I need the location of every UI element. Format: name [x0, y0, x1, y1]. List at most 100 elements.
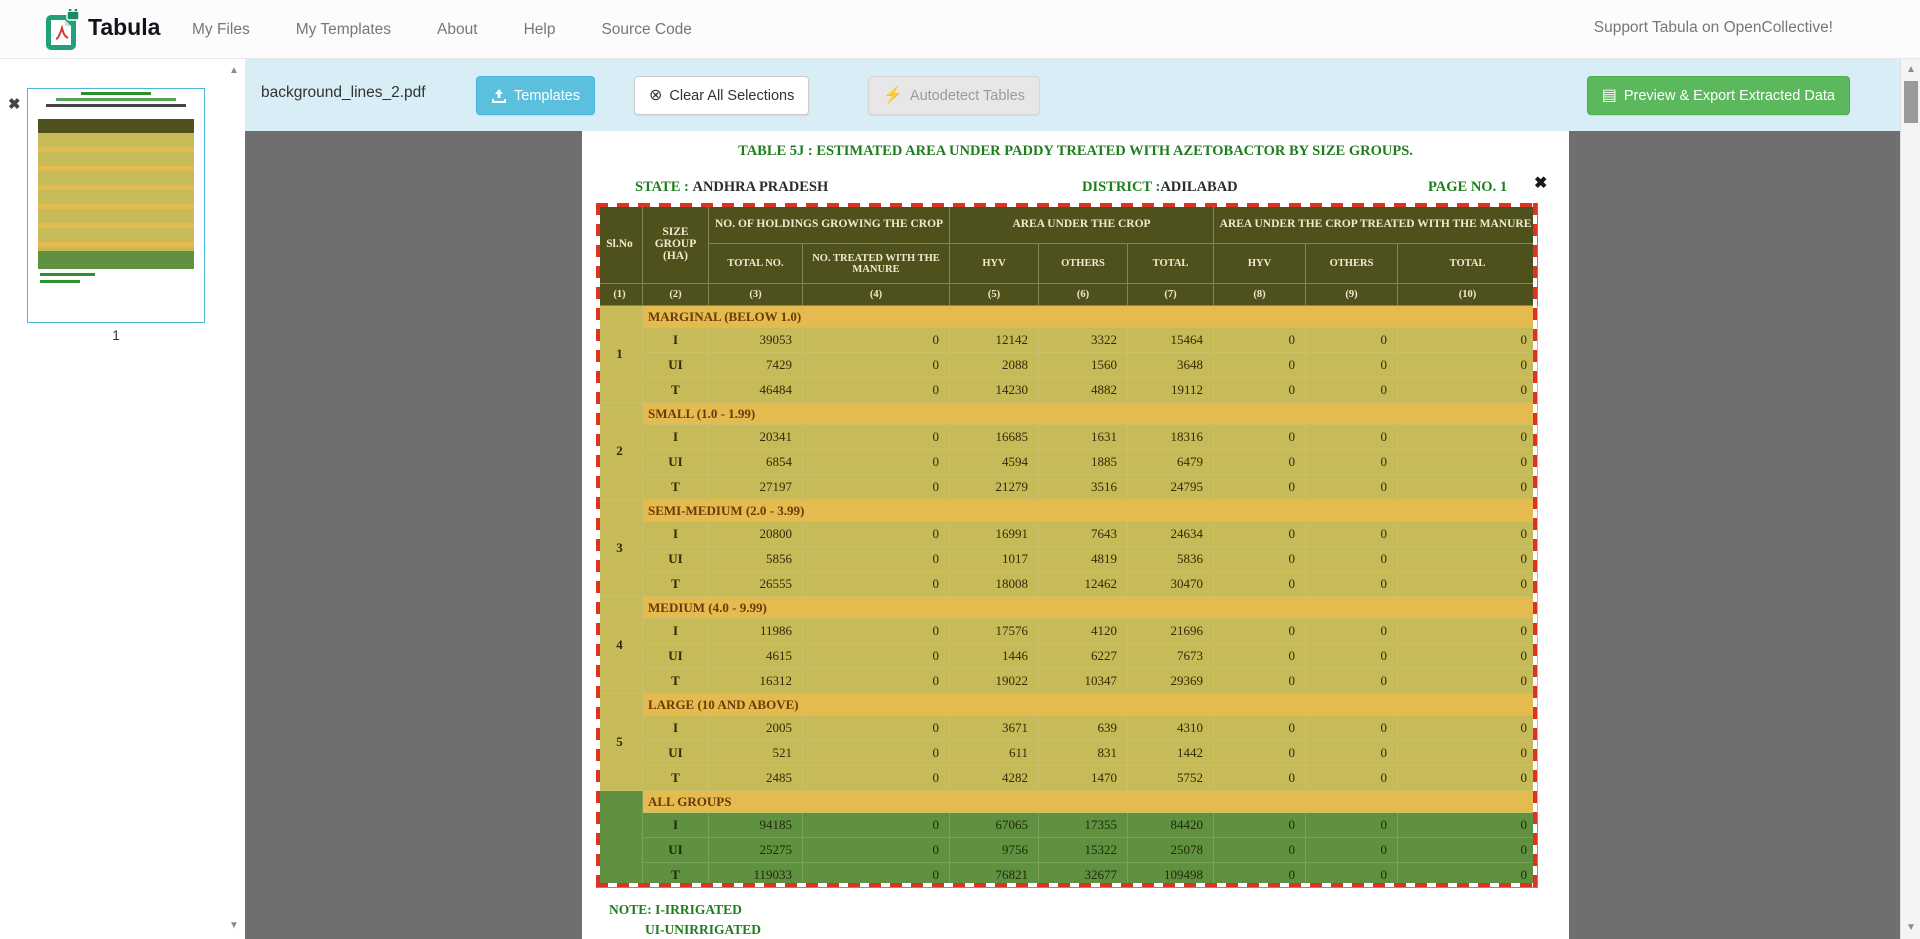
table-cell: 30470	[1128, 572, 1214, 597]
table-cell: 18008	[950, 572, 1039, 597]
table-cell: 0	[803, 813, 950, 838]
table-cell: 4615	[709, 644, 803, 669]
table-cell: 21279	[950, 475, 1039, 500]
table-cell: 11986	[709, 619, 803, 644]
table-cell: 0	[1398, 572, 1538, 597]
table-cell: 611	[950, 741, 1039, 766]
scroll-up-icon[interactable]: ▲	[1902, 64, 1920, 75]
col-number: (3)	[709, 284, 803, 306]
table-cell: 21696	[1128, 619, 1214, 644]
pdf-page[interactable]: TABLE 5J : ESTIMATED AREA UNDER PADDY TR…	[582, 131, 1569, 939]
table-cell: 0	[1398, 378, 1538, 403]
table-cell: 0	[1398, 353, 1538, 378]
table-cell: 84420	[1128, 813, 1214, 838]
col-number: (8)	[1214, 284, 1306, 306]
row-label-cell: I	[643, 619, 709, 644]
table-cell: 0	[803, 547, 950, 572]
table-row: UI46150144662277673000	[597, 644, 1538, 669]
table-cell: 0	[803, 669, 950, 694]
table-row: T11903307682132677109498000	[597, 863, 1538, 888]
table-cell: 2485	[709, 766, 803, 791]
remove-page-icon[interactable]: ✖	[8, 95, 21, 113]
delete-selection-icon[interactable]: ✖	[1534, 173, 1547, 193]
page-thumbnail[interactable]	[27, 88, 205, 323]
table-cell: 0	[1214, 547, 1306, 572]
group-band-label: SMALL (1.0 - 1.99)	[643, 403, 1538, 425]
group-band-row: 5LARGE (10 AND ABOVE)	[597, 694, 1538, 716]
table-cell: 0	[1306, 619, 1398, 644]
group-band-label: LARGE (10 AND ABOVE)	[643, 694, 1538, 716]
table-cell: 0	[1214, 378, 1306, 403]
table-cell: 0	[1306, 378, 1398, 403]
table-cell: 0	[1306, 766, 1398, 791]
table-cell: 0	[1398, 741, 1538, 766]
table-cell: 0	[1306, 425, 1398, 450]
autodetect-tables-button[interactable]: ⚡ Autodetect Tables	[868, 76, 1040, 115]
nav-my-files[interactable]: My Files	[192, 21, 250, 39]
brand-name[interactable]: Tabula	[88, 14, 160, 41]
page-thumbnail-sidebar: ✖ 1 ▲ ▼	[0, 59, 245, 939]
table-cell: 0	[1214, 425, 1306, 450]
preview-export-button[interactable]: ▤ Preview & Export Extracted Data	[1587, 76, 1850, 115]
table-cell: 0	[1306, 813, 1398, 838]
table-cell: 12462	[1039, 572, 1128, 597]
table-cell: 24795	[1128, 475, 1214, 500]
window-scrollbar[interactable]: ▲ ▼	[1900, 59, 1920, 939]
table-cell: 0	[1214, 328, 1306, 353]
table-cell: 4282	[950, 766, 1039, 791]
table-cell: 17576	[950, 619, 1039, 644]
table-cell: 7673	[1128, 644, 1214, 669]
table-cell: 5752	[1128, 766, 1214, 791]
table-cell: 1442	[1128, 741, 1214, 766]
table-cell: 3516	[1039, 475, 1128, 500]
sidebar-scrollbar[interactable]: ▲ ▼	[225, 59, 243, 939]
table-cell: 1446	[950, 644, 1039, 669]
scroll-down-icon[interactable]: ▼	[225, 920, 243, 931]
table-cell: 76821	[950, 863, 1039, 888]
clear-all-selections-button[interactable]: ⊗ Clear All Selections	[634, 76, 809, 115]
scroll-up-icon[interactable]: ▲	[225, 65, 243, 76]
nav-my-templates[interactable]: My Templates	[296, 21, 391, 39]
table-cell: 0	[1306, 475, 1398, 500]
table-cell: 27197	[709, 475, 803, 500]
thumb-subtitle-line	[56, 98, 176, 101]
group-slno-cell	[597, 791, 643, 888]
scroll-down-icon[interactable]: ▼	[1902, 922, 1920, 933]
table-cell: 0	[803, 425, 950, 450]
table-cell: 0	[1214, 766, 1306, 791]
row-label-cell: T	[643, 669, 709, 694]
table-row: T24850428214705752000	[597, 766, 1538, 791]
table-cell: 94185	[709, 813, 803, 838]
row-label-cell: I	[643, 522, 709, 547]
support-link[interactable]: Support Tabula on OpenCollective!	[1594, 19, 1833, 37]
table-cell: 6227	[1039, 644, 1128, 669]
table-cell: 0	[1398, 425, 1538, 450]
table-cell: 12142	[950, 328, 1039, 353]
group-slno-cell: 2	[597, 403, 643, 500]
table-row: I11986017576412021696000	[597, 619, 1538, 644]
nav-about[interactable]: About	[437, 21, 478, 39]
group-band-label: SEMI-MEDIUM (2.0 - 3.99)	[643, 500, 1538, 522]
state-value: ANDHRA PRADESH	[692, 179, 828, 195]
group-band-row: 1MARGINAL (BELOW 1.0)	[597, 306, 1538, 328]
table-cell: 19112	[1128, 378, 1214, 403]
table-cell: 32677	[1039, 863, 1128, 888]
table-cell: 20800	[709, 522, 803, 547]
table-cell: 4310	[1128, 716, 1214, 741]
templates-icon	[491, 88, 507, 104]
nav-help[interactable]: Help	[524, 21, 556, 39]
row-label-cell: UI	[643, 838, 709, 863]
table-cell: 1017	[950, 547, 1039, 572]
table-cell: 4120	[1039, 619, 1128, 644]
row-label-cell: UI	[643, 353, 709, 378]
page-number-line: PAGE NO. 1	[1428, 179, 1507, 196]
pdf-viewer: TABLE 5J : ESTIMATED AREA UNDER PADDY TR…	[245, 131, 1900, 939]
nav-source-code[interactable]: Source Code	[601, 21, 691, 39]
table-cell: 0	[1398, 813, 1538, 838]
group-band-row: ALL GROUPS	[597, 791, 1538, 813]
table-cell: 0	[1214, 669, 1306, 694]
table-row: UI58560101748195836000	[597, 547, 1538, 572]
table-cell: 0	[1214, 572, 1306, 597]
scrollbar-thumb[interactable]	[1904, 81, 1918, 123]
templates-button[interactable]: Templates	[476, 76, 595, 115]
